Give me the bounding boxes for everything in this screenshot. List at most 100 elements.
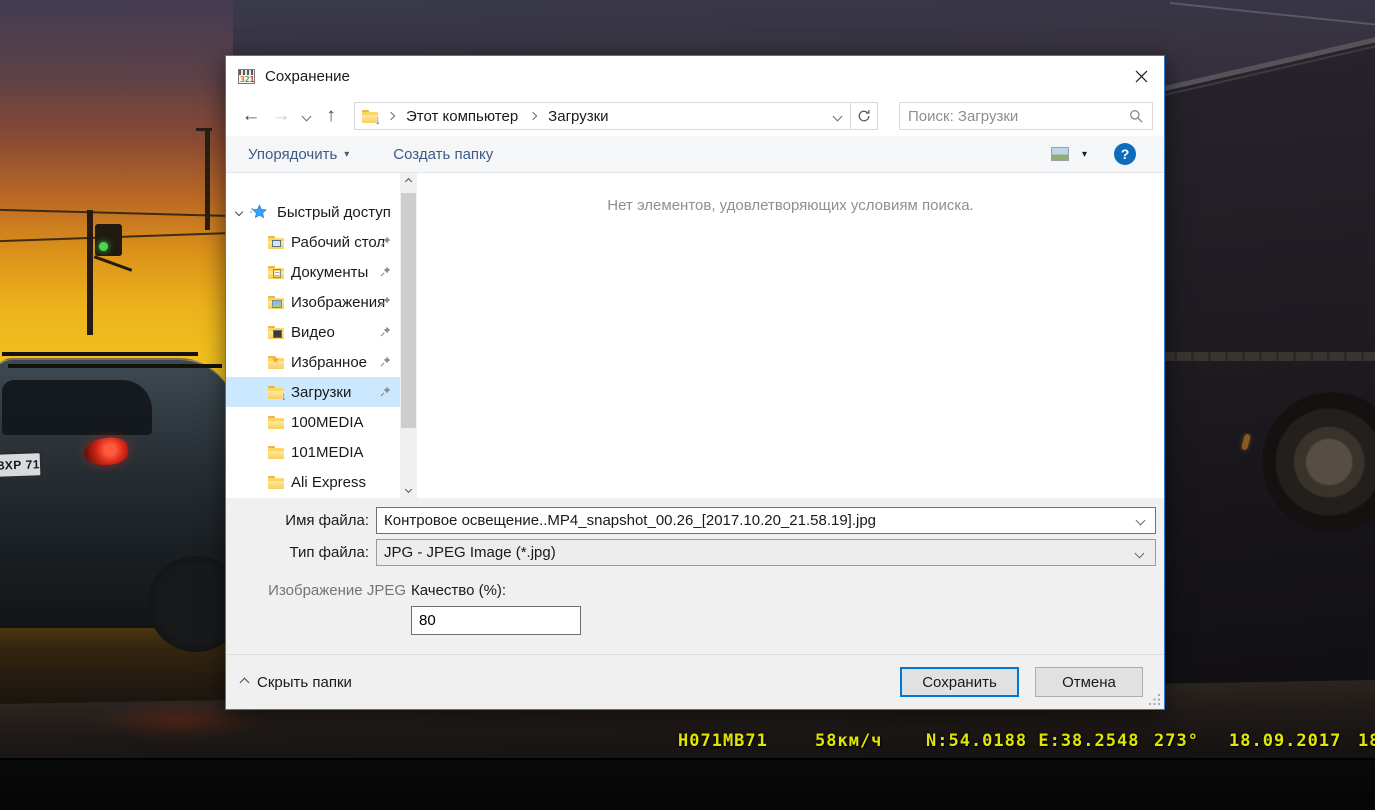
empty-search-message: Нет элементов, удовлетворяющих условиям … [607,197,973,214]
address-dropdown-button[interactable] [824,113,850,120]
organize-button[interactable]: Упорядочить ▾ [248,146,349,163]
navigation-pane: Быстрый доступ Рабочий стол Документы Из… [226,173,400,498]
pictures-folder-icon [268,296,284,309]
sidebar-item-101media[interactable]: 101MEDIA [226,437,400,467]
view-options-caret-icon[interactable]: ▾ [1082,149,1087,160]
sidebar-item-pictures[interactable]: Изображения [226,287,400,317]
toolbar-right-group: ▾ ? [1051,143,1136,165]
favorites-folder-icon: ★ [268,356,284,369]
folder-icon [268,446,284,459]
pin-icon [380,236,391,247]
chevron-up-icon [240,677,250,687]
file-name-input[interactable] [376,507,1156,534]
dialog-title: Сохранение [265,68,350,85]
help-button[interactable]: ? [1114,143,1136,165]
hide-folders-button[interactable]: Скрыть папки [241,674,352,691]
traffic-light-pole [87,210,93,335]
pin-icon [380,326,391,337]
roof-rack-bar [2,352,198,356]
quality-input[interactable] [411,606,581,635]
dashcam-stamp-row: Н071МВ71 58км/ч N:54.0188 E:38.2548 273°… [0,731,1375,755]
documents-folder-icon [268,266,284,279]
car-license-plate: ВХР 71 [0,451,42,479]
sidebar-item-100media[interactable]: 100MEDIA [226,407,400,437]
file-type-row: Тип файла: JPG - JPEG Image (*.jpg) [226,539,1164,566]
file-type-label: Тип файла: [226,544,376,561]
stamp-plate: Н071МВ71 [678,731,768,751]
file-name-field[interactable] [376,507,1156,534]
titlebar[interactable]: 321 Сохранение [226,56,1164,96]
file-name-label: Имя файла: [226,512,376,529]
address-bar[interactable]: ↓ Этот компьютер Загрузки [354,102,878,130]
sidebar-item-desktop[interactable]: Рабочий стол [226,227,400,257]
command-toolbar: Упорядочить ▾ Создать папку ▾ ? [226,136,1164,173]
forward-button[interactable]: → [266,102,296,130]
up-button[interactable]: ↑ [316,102,346,130]
traffic-light [95,224,122,256]
stamp-date: 18.09.2017 [1229,731,1341,751]
back-button[interactable]: ← [236,102,266,130]
save-dialog: 321 Сохранение ← → ↑ ↓ Этот компьютер [225,55,1165,710]
search-icon [1129,109,1144,124]
breadcrumb-separator-icon [387,112,395,120]
view-thumbnail-icon[interactable] [1051,147,1069,161]
file-type-select[interactable]: JPG - JPEG Image (*.jpg) [376,539,1156,566]
dashboard-silhouette [0,758,1375,810]
downloads-folder-icon: ↓ [268,386,284,399]
pin-icon [380,356,391,367]
stamp-heading: 273° [1154,731,1199,751]
close-icon [1135,70,1148,83]
file-name-row: Имя файла: [226,507,1164,534]
video-folder-icon [268,326,284,339]
street-pole-arm [196,128,212,131]
roof-rack-bar [8,364,222,368]
save-button[interactable]: Сохранить [900,667,1019,697]
desktop-folder-icon [268,236,284,249]
file-list-area[interactable]: Нет элементов, удовлетворяющих условиям … [417,173,1164,498]
jpeg-section-label: Изображение JPEG [226,582,411,599]
cancel-button[interactable]: Отмена [1035,667,1143,697]
street-pole [205,128,210,230]
scrollbar-thumb[interactable] [401,193,416,428]
scroll-up-button[interactable] [400,173,417,190]
sidebar-item-favorites[interactable]: ★ Избранное [226,347,400,377]
refresh-button[interactable] [850,102,878,130]
new-folder-button[interactable]: Создать папку [393,146,493,163]
recent-locations-button[interactable] [296,102,316,130]
scroll-down-button[interactable] [400,481,417,498]
breadcrumb-downloads[interactable]: Загрузки [540,108,616,125]
quality-label: Качество (%): [411,582,506,599]
sidebar-item-downloads[interactable]: ↓ Загрузки [226,377,400,407]
folder-icon [268,416,284,429]
pin-icon [380,386,391,397]
breadcrumb-this-pc[interactable]: Этот компьютер [398,108,526,125]
app-icon: 321 [238,69,255,84]
chevron-down-icon [1135,549,1145,559]
resize-grip[interactable] [1148,693,1161,706]
refresh-icon [857,109,871,123]
sidebar-scrollbar[interactable] [400,173,417,498]
car-window [2,380,152,435]
traffic-light-green [99,242,108,251]
sidebar-item-quick-access[interactable]: Быстрый доступ [226,197,400,227]
navigation-bar: ← → ↑ ↓ Этот компьютер Загрузки [226,96,1164,136]
downloads-folder-icon: ↓ [362,110,378,123]
screen: ВХР 71 Н071МВ71 58км/ч N:54.0188 E:38.25… [0,0,1375,810]
pin-icon [380,266,391,277]
content-area: Быстрый доступ Рабочий стол Документы Из… [226,173,1164,498]
dialog-footer: Скрыть папки Сохранить Отмена [226,654,1164,709]
sidebar-item-documents[interactable]: Документы [226,257,400,287]
quality-input-row [226,606,1164,635]
pin-icon [380,296,391,307]
close-button[interactable] [1118,56,1164,96]
sidebar-item-videos[interactable]: Видео [226,317,400,347]
sidebar-item-ali-express[interactable]: Ali Express [226,467,400,497]
stamp-speed: 58км/ч [815,731,882,751]
search-box[interactable] [899,102,1153,130]
stamp-gps: N:54.0188 E:38.2548 [926,731,1139,751]
jpeg-options-row: Изображение JPEG Качество (%): [226,582,1164,599]
file-form-panel: Имя файла: Тип файла: JPG - JPEG Image (… [226,498,1164,654]
search-input[interactable] [908,108,1129,125]
stamp-time: 18 [1358,731,1375,751]
file-type-value: JPG - JPEG Image (*.jpg) [384,544,556,561]
